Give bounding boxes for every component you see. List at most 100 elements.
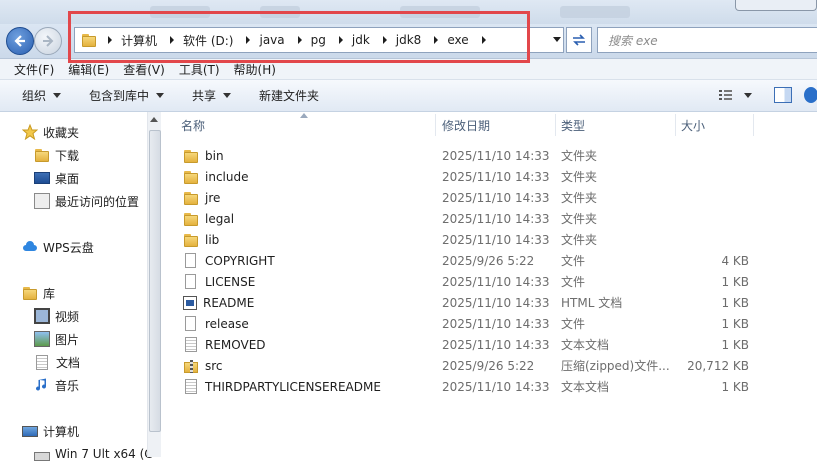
file-size: 4 KB [721,253,749,268]
file-date: 2025/11/10 14:33 [442,274,550,289]
file-date: 2025/11/10 14:33 [442,148,550,163]
file-type: 压缩(zipped)文件... [561,359,670,373]
file-row[interactable]: README 2025/11/10 14:33 HTML 文档 1 KB [161,292,817,313]
refresh-button[interactable] [566,27,592,53]
menu-tools[interactable]: 工具(T) [172,61,227,78]
nav-music[interactable]: 音乐 [34,375,79,395]
nav-wps-cloud[interactable]: WPS云盘 [22,237,94,257]
file-name: include [205,169,249,184]
nav-documents[interactable]: 文档 [34,352,80,372]
menu-edit[interactable]: 编辑(E) [61,61,116,78]
computer-icon [22,425,38,437]
file-type: 文件 [561,275,586,289]
preview-pane-button[interactable] [774,87,792,103]
help-icon[interactable] [804,87,817,103]
view-options-button[interactable] [718,88,752,102]
text-document-icon [185,379,197,394]
include-in-library-button[interactable]: 包含到库中 [77,84,176,108]
nav-videos[interactable]: 视频 [34,306,79,326]
nav-documents-label: 文档 [56,355,81,370]
file-row[interactable]: bin 2025/11/10 14:33 文件夹 [161,145,817,166]
chevron-down-icon [223,93,232,98]
nav-computer-label: 计算机 [43,424,80,439]
search-placeholder: 搜索 exe [608,33,658,48]
cloud-icon [22,239,38,255]
column-name[interactable]: 名称 [181,112,205,138]
library-icon [22,285,38,301]
html-document-icon [183,295,197,310]
organize-button[interactable]: 组织 [10,84,73,108]
forward-button[interactable] [34,27,62,55]
file-type: 文本文档 [561,380,610,394]
file-icon [185,253,196,268]
menu-file[interactable]: 文件(F) [7,61,61,78]
share-button[interactable]: 共享 [180,84,243,108]
column-separator[interactable] [435,114,436,136]
file-name: README [203,295,255,310]
file-row[interactable]: release 2025/11/10 14:33 文件 1 KB [161,313,817,334]
nav-videos-label: 视频 [55,309,80,324]
file-row[interactable]: jre 2025/11/10 14:33 文件夹 [161,187,817,208]
back-arrow-icon [14,35,25,47]
file-row[interactable]: THIRDPARTYLICENSEREADME 2025/11/10 14:33… [161,376,817,397]
column-separator[interactable] [555,114,556,136]
music-icon [34,377,50,393]
address-history-dropdown-icon[interactable] [553,37,561,42]
file-name: release [205,316,249,331]
folder-icon [183,169,199,185]
file-name: LICENSE [205,274,256,289]
file-size: 1 KB [721,316,749,331]
nav-pictures[interactable]: 图片 [34,329,79,349]
organize-label: 组织 [22,89,47,103]
file-type: 文件夹 [561,212,598,226]
file-row[interactable]: REMOVED 2025/11/10 14:33 文本文档 1 KB [161,334,817,355]
file-date: 2025/11/10 14:33 [442,337,550,352]
file-type: 文件夹 [561,170,598,184]
nav-recent-places[interactable]: 最近访问的位置 [34,191,139,211]
nav-downloads-label: 下载 [55,148,80,163]
picture-icon [34,331,50,347]
file-row[interactable]: legal 2025/11/10 14:33 文件夹 [161,208,817,229]
file-row[interactable]: COPYRIGHT 2025/9/26 5:22 文件 4 KB [161,250,817,271]
nav-favorites-label: 收藏夹 [43,125,80,140]
nav-computer[interactable]: 计算机 [22,421,79,441]
file-row[interactable]: src 2025/9/26 5:22 压缩(zipped)文件... 20,71… [161,355,817,376]
nav-desktop[interactable]: 桌面 [34,168,79,188]
back-button[interactable] [6,27,34,55]
file-size: 1 KB [721,295,749,310]
address-highlight-box [68,11,530,63]
nav-desktop-label: 桌面 [55,171,80,186]
title-blur [560,6,630,18]
scroll-up-icon[interactable] [150,116,158,122]
new-folder-button[interactable]: 新建文件夹 [247,84,331,108]
file-size: 20,712 KB [687,358,749,373]
download-folder-icon [34,147,50,163]
chevron-down-icon [744,92,752,98]
nav-libraries[interactable]: 库 [22,283,55,303]
menu-help[interactable]: 帮助(H) [227,61,283,78]
nav-favorites[interactable]: 收藏夹 [21,122,80,142]
nav-libraries-label: 库 [43,286,56,301]
file-icon [185,274,196,289]
nav-downloads[interactable]: 下载 [34,145,79,165]
file-name: jre [205,190,221,205]
file-row[interactable]: lib 2025/11/10 14:33 文件夹 [161,229,817,250]
column-separator[interactable] [675,114,676,136]
file-row[interactable]: LICENSE 2025/11/10 14:33 文件 1 KB [161,271,817,292]
zip-folder-icon [183,358,199,374]
column-size[interactable]: 大小 [681,112,705,138]
column-type[interactable]: 类型 [561,112,585,138]
menu-view[interactable]: 查看(V) [116,61,172,78]
nav-scrollbar[interactable] [147,112,161,457]
new-folder-label: 新建文件夹 [259,89,320,103]
file-row[interactable]: include 2025/11/10 14:33 文件夹 [161,166,817,187]
search-input[interactable]: 搜索 exe [597,27,817,53]
column-modified[interactable]: 修改日期 [442,112,490,138]
column-separator[interactable] [753,114,754,136]
window-controls[interactable] [735,0,817,11]
nav-drive-c[interactable]: Win 7 Ult x64 (C [34,444,153,464]
nav-scrollbar-thumb[interactable] [149,130,161,432]
folder-icon [183,190,199,206]
file-date: 2025/11/10 14:33 [442,169,550,184]
text-document-icon [185,337,197,352]
